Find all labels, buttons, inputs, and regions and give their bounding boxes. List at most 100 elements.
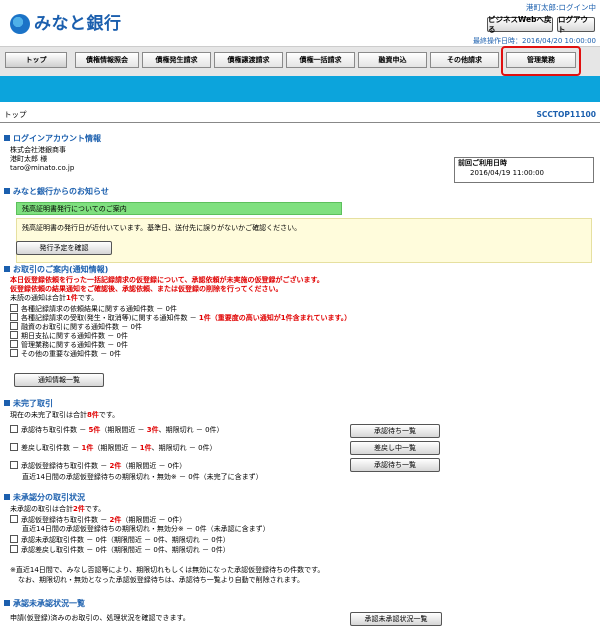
provisional-sub-note: 直近14日間の承認仮登録待ちの期限切れ・無効※ － 0件（未完了に含まず） bbox=[22, 473, 263, 481]
summary-prefix: 現在の未完了取引は合計 bbox=[10, 411, 87, 419]
row-prefix: 承認仮登録待ち取引件数 － bbox=[21, 462, 110, 470]
summary-count: 8件 bbox=[87, 411, 99, 419]
checkbox-icon bbox=[10, 304, 18, 312]
row-count: 5件 bbox=[88, 426, 101, 434]
section-bullet-icon bbox=[4, 188, 10, 194]
guidance-warning-1: 本日仮登録依頼を行った一括記録請求の仮登録について、承認依頼が未実施の仮登録がご… bbox=[10, 276, 324, 284]
unapproved-summary: 未承認の取引は合計2件です。 bbox=[10, 505, 105, 514]
row-near-count: 1件 bbox=[139, 444, 152, 452]
last-use-value: 2016/04/19 11:00:00 bbox=[470, 169, 545, 177]
summary-prefix: 未承認の取引は合計 bbox=[10, 505, 73, 513]
row-count: 2件 bbox=[109, 516, 122, 524]
notice-item-extra: 1件（重要度の高い通知が1件含まれています。） bbox=[198, 314, 352, 322]
tab-top[interactable]: トップ bbox=[5, 52, 67, 68]
row-near-count: 3件 bbox=[146, 426, 159, 434]
provisional-list-button[interactable]: 承認待ち一覧 bbox=[350, 458, 440, 472]
row-mid: （期限間近 － bbox=[93, 444, 140, 452]
bank-logo-icon bbox=[10, 14, 30, 34]
notice-item-text: 融資のお取引に関する通知件数 － 0件 bbox=[21, 323, 142, 331]
section-title-text: みなと銀行からのお知らせ bbox=[13, 187, 109, 196]
tab-claim-inquiry[interactable]: 債権情報照会 bbox=[75, 52, 139, 68]
row-suffix: （期限間近 － 0件） bbox=[121, 462, 187, 470]
row-suffix: 、期限切れ － 0件） bbox=[158, 426, 224, 434]
last-operation-time: 最終操作日時：2016/04/20 10:00:00 bbox=[472, 37, 596, 45]
user-email: taro@minato.co.jp bbox=[10, 164, 75, 172]
checkbox-icon bbox=[10, 425, 18, 433]
checkbox-icon bbox=[10, 331, 18, 339]
row-prefix: 差戻し取引件数 － bbox=[21, 444, 82, 452]
notice-item-text: 各種記録請求の受取(発生・取消等)に関する通知件数 － bbox=[21, 314, 199, 322]
row-prefix: 承認仮登録待ち取引件数 － bbox=[21, 516, 110, 524]
checkbox-icon bbox=[10, 340, 18, 348]
notice-item-text: 各種記録請求の依頼結果に関する通知件数 － 0件 bbox=[21, 305, 177, 313]
notice-item-text: 期日支払に関する通知件数 － 0件 bbox=[21, 332, 128, 340]
section-bullet-icon bbox=[4, 266, 10, 272]
logout-button[interactable]: ログアウト bbox=[557, 15, 595, 34]
section-bullet-icon bbox=[4, 135, 10, 141]
checkbox-icon bbox=[10, 461, 18, 469]
returned-row: 差戻し取引件数 － 1件（期限間近 － 1件、期限切れ － 0件） bbox=[10, 443, 217, 453]
tab-other-requests[interactable]: その他請求 bbox=[430, 52, 499, 68]
checkbox-icon bbox=[10, 443, 18, 451]
row-count: 1件 bbox=[81, 444, 94, 452]
login-info-title: ログインアカウント情報 bbox=[4, 134, 101, 144]
unapproved-sub-note: 直近14日間の承認仮登録待ちの期限切れ・無効分※ － 0件（未承認に含まず） bbox=[22, 525, 270, 533]
section-bullet-icon bbox=[4, 400, 10, 406]
summary-count: 2件 bbox=[73, 505, 85, 513]
row-text: 承認差戻し取引件数 － 0件（期限間近 － 0件、期限切れ － 0件） bbox=[21, 546, 230, 554]
checkbox-icon bbox=[10, 515, 18, 523]
header-band bbox=[0, 76, 600, 102]
last-use-label: 前回ご利用日時 bbox=[458, 159, 507, 167]
unapproved-row-1: 承認仮登録待ち取引件数 － 2件（期限間近 － 0件） bbox=[10, 515, 186, 525]
user-name: 港町太郎 様 bbox=[10, 155, 48, 163]
bank-name: みなと銀行 bbox=[34, 14, 122, 34]
section-title-text: お取引のご案内(通知情報) bbox=[13, 265, 109, 274]
summary-suffix: です。 bbox=[98, 411, 120, 419]
tab-claim-transfer[interactable]: 債権譲渡請求 bbox=[214, 52, 283, 68]
company-name: 株式会社港銀商事 bbox=[10, 146, 66, 154]
notice-headline: 残高証明書発行についてのご案内 bbox=[22, 205, 127, 213]
pending-approval-list-button[interactable]: 承認待ち一覧 bbox=[350, 424, 440, 438]
notice-item-text: その他の重要な通知件数 － 0件 bbox=[21, 350, 121, 358]
unapproved-row-3: 承認差戻し取引件数 － 0件（期限間近 － 0件、期限切れ － 0件） bbox=[10, 545, 230, 555]
confirm-schedule-button[interactable]: 発行予定を確認 bbox=[16, 241, 112, 255]
checkbox-icon bbox=[10, 322, 18, 330]
unapproved-title: 未承認分の取引状況 bbox=[4, 493, 85, 503]
breadcrumb-bar bbox=[0, 106, 600, 123]
footnote-2: なお、期限切れ・無効となった承認仮登録待ちは、承認待ち一覧より自動で削除されます… bbox=[18, 576, 304, 584]
checkbox-icon bbox=[10, 535, 18, 543]
notice-body-text: 残高証明書の発行日が近付いています。基準日、送付先に誤りがないかご確認ください。 bbox=[22, 224, 302, 232]
section-title-text: 未承認分の取引状況 bbox=[13, 493, 85, 502]
checkbox-icon bbox=[10, 313, 18, 321]
row-count: 2件 bbox=[109, 462, 122, 470]
returned-list-button[interactable]: 差戻し中一覧 bbox=[350, 441, 440, 455]
tab-loan-application[interactable]: 融資申込 bbox=[358, 52, 427, 68]
back-to-biz-web-button[interactable]: ビジネスWebへ戻る bbox=[487, 15, 553, 34]
section-title-text: 承認未承認状況一覧 bbox=[13, 599, 85, 608]
approval-status-list-button[interactable]: 承認未承認状況一覧 bbox=[350, 612, 442, 626]
row-mid: （期限間近 － bbox=[100, 426, 147, 434]
row-text: 承認未承認取引件数 － 0件（期限間近 － 0件、期限切れ － 0件） bbox=[21, 536, 230, 544]
incomplete-title: 未完了取引 bbox=[4, 399, 53, 409]
unread-prefix: 未読の通知は合計 bbox=[10, 294, 66, 302]
row-suffix: （期限間近 － 0件） bbox=[121, 516, 187, 524]
notice-item[interactable]: その他の重要な通知件数 － 0件 bbox=[10, 349, 121, 359]
incomplete-summary: 現在の未完了取引は合計8件です。 bbox=[10, 411, 119, 420]
tab-bulk-request[interactable]: 債権一括請求 bbox=[286, 52, 355, 68]
guidance-title: お取引のご案内(通知情報) bbox=[4, 265, 108, 275]
breadcrumb: トップ bbox=[4, 110, 27, 119]
pending-approval-row: 承認待ち取引件数 － 5件（期限間近 － 3件、期限切れ － 0件） bbox=[10, 425, 224, 435]
unread-suffix: です。 bbox=[77, 294, 99, 302]
section-title-text: 未完了取引 bbox=[13, 399, 53, 408]
approval-list-text: 申請(仮登録)済みのお取引の、処理状況を確認できます。 bbox=[10, 614, 190, 622]
tab-claim-issue[interactable]: 債権発生請求 bbox=[142, 52, 211, 68]
unread-count: 1件 bbox=[66, 294, 78, 302]
row-prefix: 承認待ち取引件数 － bbox=[21, 426, 89, 434]
section-bullet-icon bbox=[4, 600, 10, 606]
notice-list-button[interactable]: 通知情報一覧 bbox=[14, 373, 104, 387]
unread-summary: 未読の通知は合計1件です。 bbox=[10, 294, 98, 303]
guidance-warning-2: 仮登録依頼の結果通知をご確認後、承認依頼、または仮登録の削除を行ってください。 bbox=[10, 285, 283, 293]
provisional-row: 承認仮登録待ち取引件数 － 2件（期限間近 － 0件） bbox=[10, 461, 186, 471]
checkbox-icon bbox=[10, 349, 18, 357]
highlight-admin-tab bbox=[501, 46, 581, 76]
